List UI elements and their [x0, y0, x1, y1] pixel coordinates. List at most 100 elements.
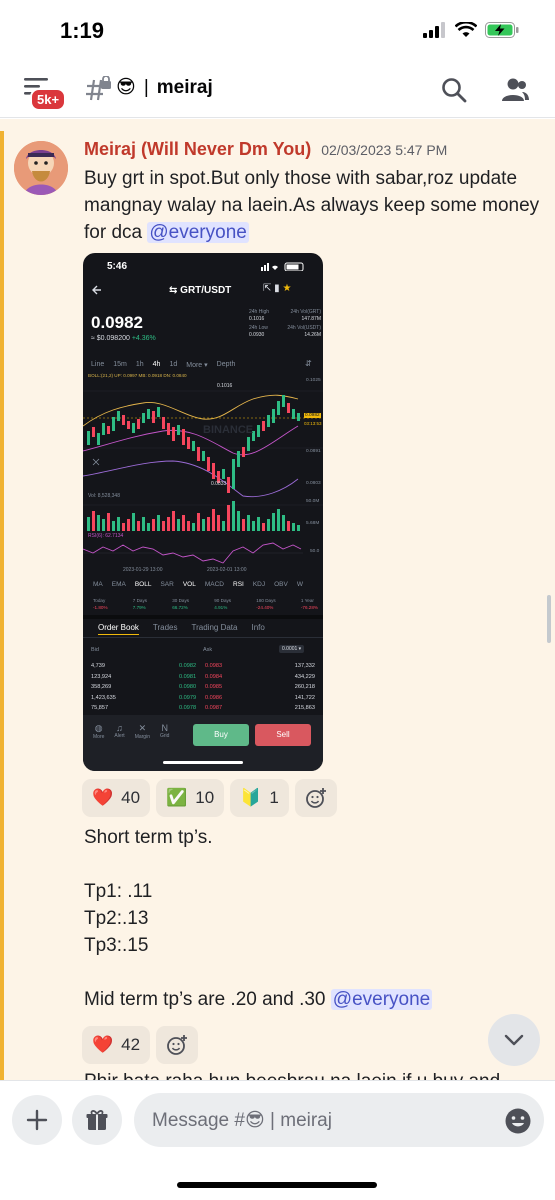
ask-price: 0.0985 [205, 684, 223, 690]
message-header: Meiraj (Will Never Dm You) 02/03/2023 5:… [84, 139, 447, 160]
book-row: 1,423,635 0.0979 0.0986 141,722 [91, 693, 315, 704]
stat-label: 24h Vol(GRT) [290, 309, 321, 315]
shot-nav-item: ◍ More [93, 723, 105, 740]
message-timestamp: 02/03/2023 5:47 PM [321, 142, 448, 158]
shot-tabs: Order Book Trades Trading Data Info [98, 623, 265, 635]
bid-price: 0.0978 [179, 705, 197, 711]
reaction-heart[interactable]: ❤️ 42 [82, 1026, 151, 1064]
shot-price-tick: 0.0803 [306, 481, 321, 486]
partial-message: Phir bata raha hun beesbrau na laein if … [84, 1071, 500, 1080]
shot-price-tick: 0.1025 [306, 378, 321, 383]
signal-icon [423, 22, 445, 38]
chevron-down-icon [504, 1034, 524, 1046]
reaction-beginner[interactable]: 🔰 1 [230, 779, 289, 817]
ask-price: 0.0986 [205, 694, 223, 701]
shot-intervals: Line 15m 1h 4h 1d More ▾ Depth [91, 361, 271, 369]
shot-stats: 24h High 24h Vol(GRT) 0.1016 147.87M 24h L… [249, 309, 321, 339]
ask-price: 0.0983 [205, 663, 223, 669]
shot-countdown: 03:13:53 [304, 421, 322, 426]
interval: 4h [152, 361, 161, 368]
gift-button[interactable] [72, 1095, 122, 1145]
interval: More ▾ [186, 362, 208, 369]
bid-qty: 75,857 [91, 705, 109, 711]
followup-line: Tp1: .11 [84, 881, 153, 902]
message-list[interactable]: Meiraj (Will Never Dm You) 02/03/2023 5:… [0, 119, 555, 1080]
shot-nav-item: ♫ Alert [114, 723, 125, 739]
shot-sell-button: Sell [255, 724, 311, 746]
reaction-count: 42 [121, 1035, 141, 1054]
shot-bottom-nav: ◍ More ♫ Alert ✕ Margin N Grid [93, 723, 169, 740]
ask-qty: 141,722 [294, 694, 315, 701]
add-reaction-button[interactable] [156, 1026, 199, 1064]
add-reaction-button[interactable] [294, 779, 337, 817]
indicator: MA [93, 581, 103, 588]
shot-divider [83, 615, 323, 619]
svg-text:BINANCE: BINANCE [203, 424, 253, 436]
shot-nav-item: ✕ Margin [134, 723, 150, 740]
shot-date: 2023-02-01 13:00 [207, 567, 247, 573]
shot-settings-icon: ⇵ [305, 359, 312, 368]
interval: 1d [169, 361, 178, 368]
ask-price: 0.0987 [205, 705, 223, 711]
shot-nav-label: Alert [114, 733, 125, 739]
channel-emoji: 😎 [116, 77, 136, 98]
shot-tab: Order Book [98, 623, 139, 635]
shot-change: +4.36% [131, 335, 156, 342]
everyone-mention[interactable]: @everyone [147, 222, 249, 243]
shot-book-divider [83, 637, 323, 638]
attach-button[interactable] [12, 1095, 62, 1145]
everyone-mention[interactable]: @everyone [330, 989, 433, 1010]
emoji-button[interactable] [504, 1107, 541, 1140]
shot-nav-label: Grid [159, 733, 170, 739]
reaction-check[interactable]: ✅ 10 [156, 779, 225, 817]
shot-nav-item: N Grid [159, 723, 170, 739]
scrollbar-thumb[interactable] [547, 595, 551, 643]
followup-mid-text: Mid term tp’s are .20 and .30 [84, 989, 326, 1010]
shot-book-ask: Ask [203, 647, 213, 653]
avatar[interactable] [14, 141, 68, 195]
reactions-row: ❤️ 42 [82, 1026, 199, 1064]
indicator: KDJ [252, 581, 266, 588]
period-label: 7 Days [132, 598, 148, 603]
shot-vol-tick: 50.0M [306, 499, 320, 504]
stat-label: 24h Vol(USDT) [287, 325, 321, 331]
shot-periods: Today -1.80% 7 Days 7.79% 30 Days 66.72% 90… [93, 597, 318, 611]
shot-buy-button: Buy [193, 724, 249, 746]
message-input-placeholder: Message #😎 | meiraj [152, 1109, 332, 1131]
reaction-heart[interactable]: ❤️ 40 [82, 779, 151, 817]
shot-volume-bars [87, 501, 300, 531]
channel-header: 5k+ 😎 | meiraj [0, 62, 555, 118]
bid-price: 0.0982 [179, 663, 197, 669]
ask-qty: 215,863 [294, 705, 315, 711]
members-button[interactable] [500, 76, 530, 109]
shot-low-mark: 0.0833 [211, 481, 227, 487]
search-button[interactable] [440, 76, 468, 109]
reaction-count: 1 [269, 788, 279, 807]
followup-line-mid: Mid term tp’s are .20 and .30 @everyone [84, 986, 433, 1013]
shot-price-tick: 0.0982 [304, 413, 321, 418]
stat-value: 147.87M [301, 316, 321, 322]
bid-price: 0.0981 [179, 673, 197, 680]
shot-price-usd-value: ≈ $0.098200 [91, 335, 130, 342]
shot-time: 5:46 [107, 261, 128, 272]
jump-to-present-button[interactable] [488, 1014, 540, 1066]
period-value: -1.80% [93, 605, 108, 610]
book-row: 358,269 0.0980 0.0985 260,218 [91, 682, 315, 693]
status-icons [423, 22, 519, 38]
message-input[interactable]: Message #😎 | meiraj [134, 1093, 544, 1147]
period-value: -76.28% [300, 605, 318, 610]
channel-title[interactable]: 😎 | meiraj [116, 76, 213, 99]
interval: 15m [113, 361, 127, 368]
avatar-image [14, 141, 68, 195]
reaction-emoji: 🔰 [240, 788, 262, 807]
author-name[interactable]: Meiraj (Will Never Dm You) [84, 139, 311, 160]
reactions-row: ❤️ 40 ✅ 10 🔰 1 [82, 779, 337, 817]
bid-qty: 1,423,635 [91, 694, 116, 701]
period: Today -1.80% [93, 597, 108, 611]
period: 7 Days 7.79% [133, 597, 147, 611]
shot-nav-label: More [93, 734, 105, 740]
shot-nav-label: Margin [134, 734, 150, 740]
shot-rsi-tick: 50.0 [310, 549, 320, 554]
image-attachment[interactable]: 5:46 ⇆ GRT/USDT ⇱ ▮ ★ 0.0982 ≈ $0.098200… [83, 253, 323, 771]
period: 30 Days 66.72% [172, 597, 189, 611]
